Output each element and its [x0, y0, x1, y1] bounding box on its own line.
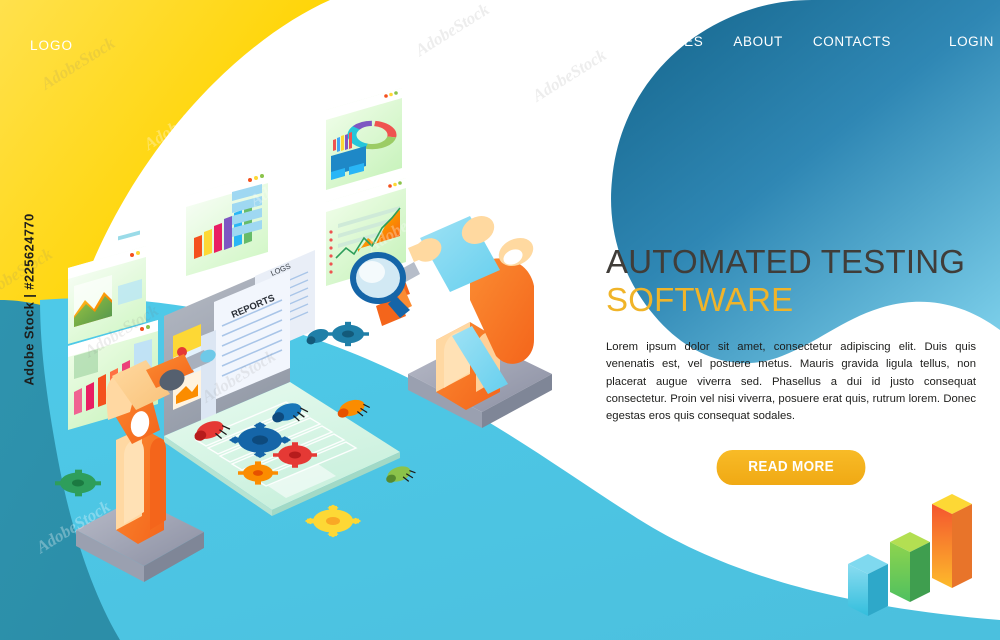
nav-item-services[interactable]: SERVICES	[631, 34, 704, 49]
nav-item-login[interactable]: LOGIN	[949, 34, 994, 49]
svg-text:AdobeStock: AdobeStock	[363, 195, 445, 256]
svg-text:AdobeStock: AdobeStock	[246, 150, 328, 211]
main-navigation: PRODUCTS SERVICES ABOUT CONTACTS LOGIN	[520, 26, 993, 56]
hero-section: AUTOMATED TESTING SOFTWARE Lorem ipsum d…	[606, 243, 976, 485]
svg-text:AdobeStock: AdobeStock	[32, 496, 114, 557]
svg-text:AdobeStock: AdobeStock	[411, 0, 493, 60]
read-more-button[interactable]: READ MORE	[716, 450, 866, 485]
svg-text:AdobeStock: AdobeStock	[197, 346, 279, 407]
nav-item-contacts[interactable]: CONTACTS	[813, 34, 891, 49]
svg-text:AdobeStock: AdobeStock	[80, 300, 162, 361]
nav-item-products[interactable]: PRODUCTS	[520, 34, 601, 49]
headline-line-2: SOFTWARE	[606, 280, 794, 318]
stock-id-watermark: Adobe Stock | #225624770	[21, 213, 37, 386]
nav-item-about[interactable]: ABOUT	[733, 34, 783, 49]
hero-paragraph: Lorem ipsum dolor sit amet, consectetur …	[606, 341, 976, 422]
headline-line-1: AUTOMATED TESTING	[606, 243, 966, 280]
landing-page: LOGS REPORTS AdobeStock AdobeStock Adobe…	[0, 0, 1000, 640]
svg-text:AdobeStock: AdobeStock	[140, 93, 222, 154]
svg-text:AdobeStock: AdobeStock	[305, 0, 387, 4]
site-logo[interactable]: LOGO	[30, 38, 73, 53]
page-title: AUTOMATED TESTING SOFTWARE	[606, 243, 976, 318]
cta-container: READ MORE	[606, 450, 976, 485]
